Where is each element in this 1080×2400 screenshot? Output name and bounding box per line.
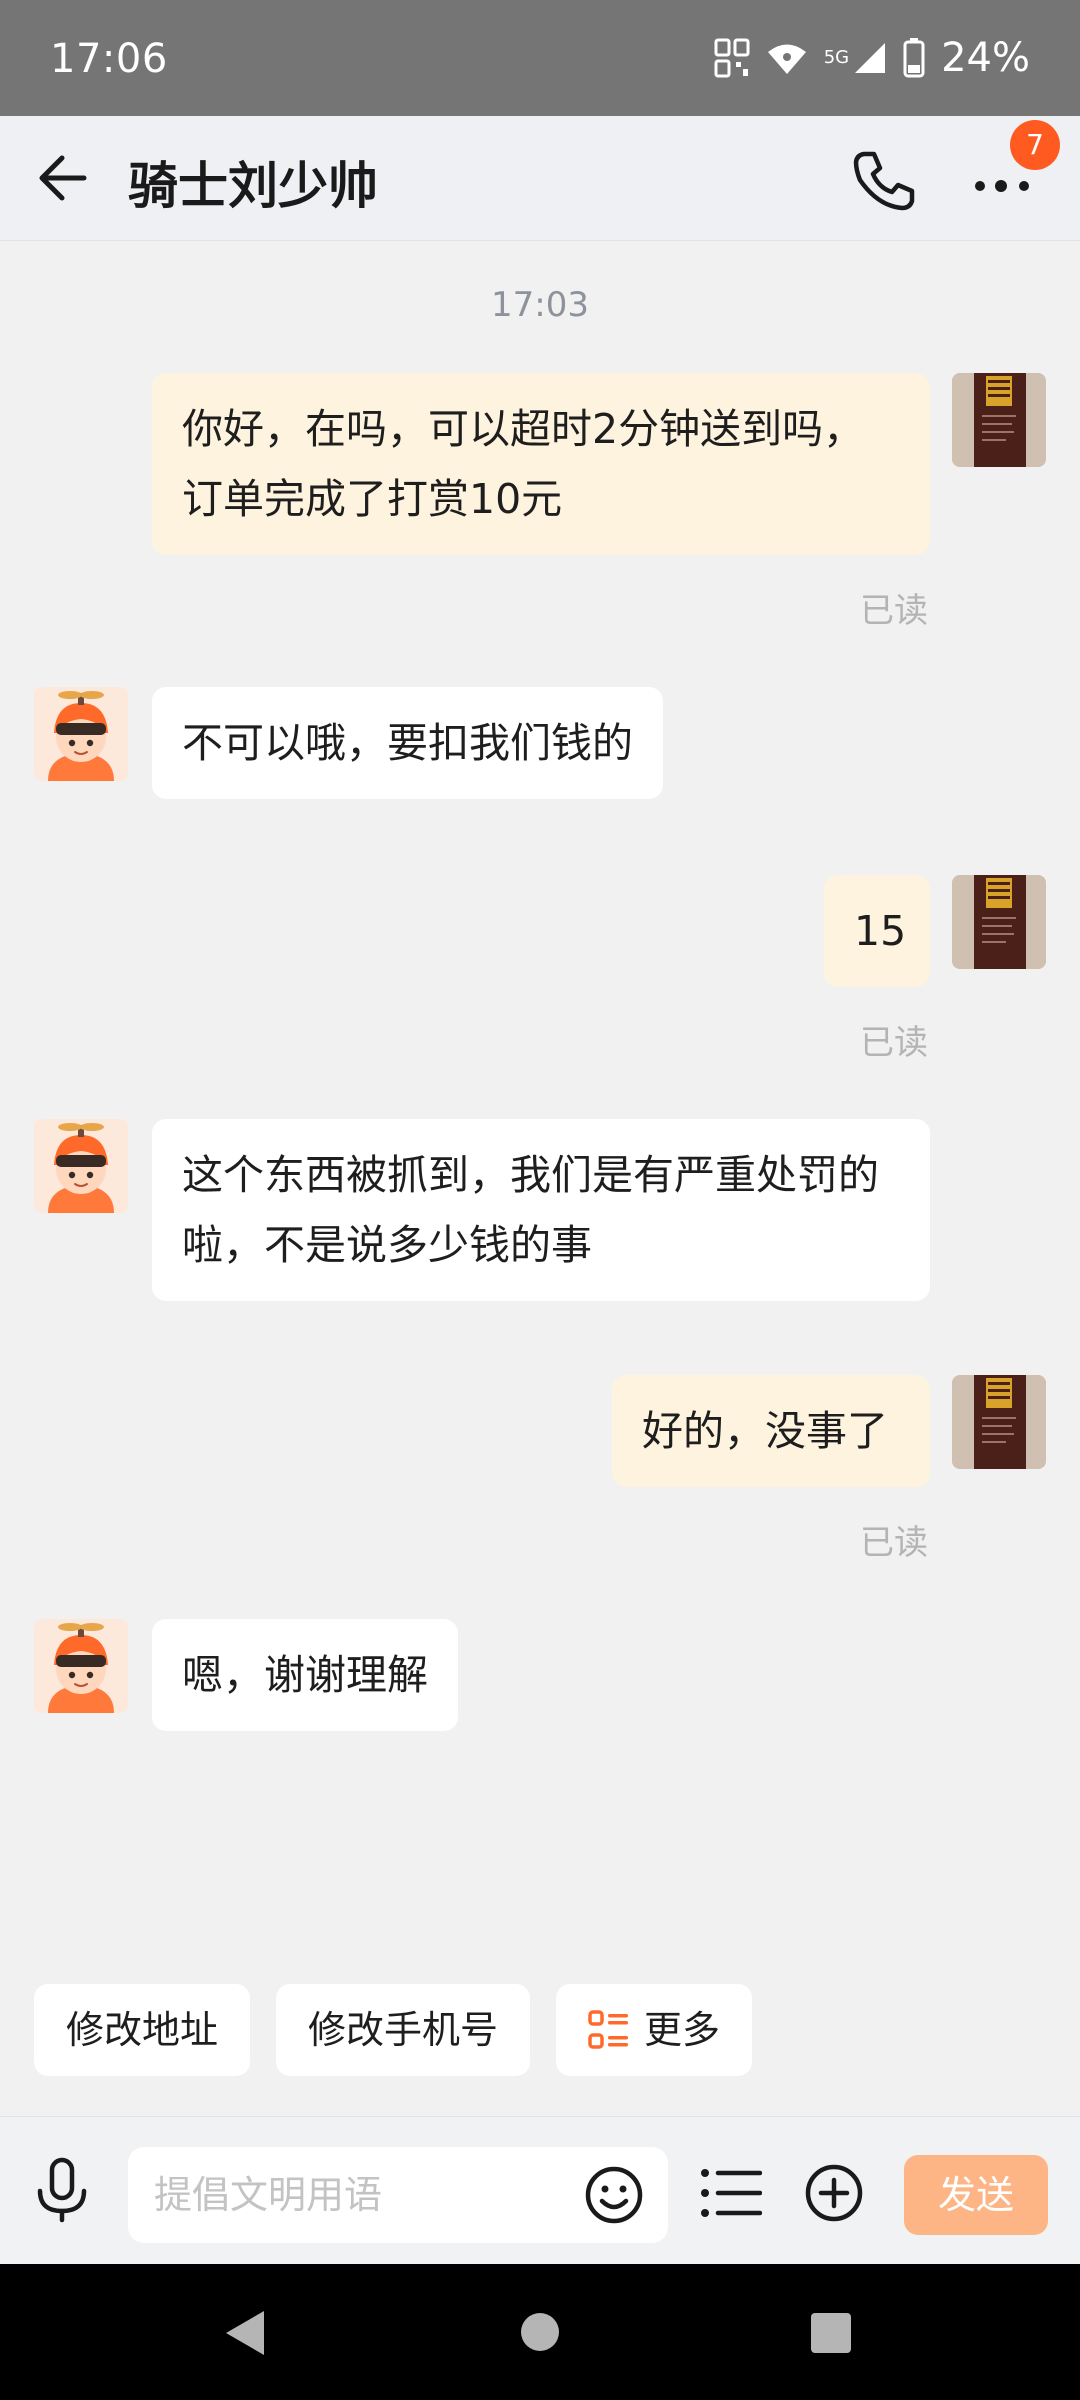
message-bubble-received[interactable]: 不可以哦，要扣我们钱的 — [152, 687, 663, 799]
message-bubble-received[interactable]: 嗯，谢谢理解 — [152, 1619, 458, 1731]
list-icon — [588, 2010, 629, 2049]
my-avatar[interactable] — [952, 1375, 1046, 1469]
common-phrases-button[interactable] — [700, 2165, 763, 2221]
microphone-icon — [37, 2157, 87, 2223]
rider-avatar[interactable] — [34, 1619, 128, 1713]
circle-home-icon — [521, 2313, 559, 2351]
plus-circle-icon — [805, 2164, 863, 2222]
message-bubble-sent[interactable]: 好的，没事了 — [612, 1375, 930, 1487]
qr-code-icon — [714, 38, 750, 78]
nav-back-button[interactable] — [222, 2308, 268, 2358]
arrow-left-icon — [39, 155, 87, 201]
page-title: 骑士刘少帅 — [128, 157, 378, 215]
read-status: 已读 — [860, 1023, 928, 1063]
smiley-icon — [585, 2166, 643, 2224]
emoji-button[interactable] — [584, 2165, 644, 2225]
battery-percent: 24% — [941, 35, 1030, 81]
rider-avatar[interactable] — [34, 1119, 128, 1213]
quick-action-label: 修改手机号 — [308, 2008, 499, 2052]
read-status: 已读 — [860, 591, 928, 631]
add-attachment-button[interactable] — [804, 2163, 864, 2223]
my-avatar[interactable] — [952, 373, 1046, 467]
system-nav-bar — [0, 2264, 1080, 2400]
nav-recents-button[interactable] — [810, 2312, 852, 2354]
battery-icon — [903, 38, 925, 78]
triangle-back-icon — [226, 2311, 264, 2355]
status-icons: 5G 24% — [714, 34, 1030, 82]
message-bubble-sent[interactable]: 15 — [824, 875, 930, 987]
rider-avatar[interactable] — [34, 687, 128, 781]
network-type-label: 5G — [823, 47, 850, 68]
more-actions-button[interactable]: 更多 — [556, 1984, 753, 2076]
send-button[interactable]: 发送 — [904, 2155, 1048, 2235]
wifi-icon — [766, 40, 808, 76]
notification-badge: 7 — [1010, 120, 1060, 170]
chat-header: 骑士刘少帅 — [0, 116, 1080, 241]
message-bubble-received[interactable]: 这个东西被抓到，我们是有严重处罚的啦，不是说多少钱的事 — [152, 1119, 930, 1301]
voice-input-button[interactable] — [34, 2157, 90, 2223]
edit-address-button[interactable]: 修改地址 — [34, 1984, 251, 2076]
nav-home-button[interactable] — [520, 2312, 560, 2352]
signal-icon: 5G — [824, 41, 887, 75]
quick-action-label: 更多 — [644, 2008, 721, 2052]
call-button[interactable] — [850, 146, 918, 214]
chat-timestamp: 17:03 — [491, 285, 589, 325]
chat-messages: 17:03 你好，在吗，可以超时2分钟送到吗，订单完成了打赏10元 已读 不可以… — [0, 241, 1080, 1951]
quick-action-label: 修改地址 — [66, 2008, 219, 2052]
square-recents-icon — [811, 2313, 851, 2353]
my-avatar[interactable] — [952, 875, 1046, 969]
read-status: 已读 — [860, 1523, 928, 1563]
input-bar: 发送 — [0, 2116, 1080, 2265]
list-icon — [701, 2169, 763, 2217]
status-bar: 17:06 5G 24% — [0, 0, 1080, 116]
message-bubble-sent[interactable]: 你好，在吗，可以超时2分钟送到吗，订单完成了打赏10元 — [152, 373, 930, 555]
quick-actions: 修改地址 修改手机号 更多 — [34, 1984, 753, 2076]
edit-phone-button[interactable]: 修改手机号 — [276, 1984, 531, 2076]
back-button[interactable] — [34, 150, 94, 206]
phone-icon — [853, 151, 915, 211]
status-time: 17:06 — [50, 36, 168, 82]
